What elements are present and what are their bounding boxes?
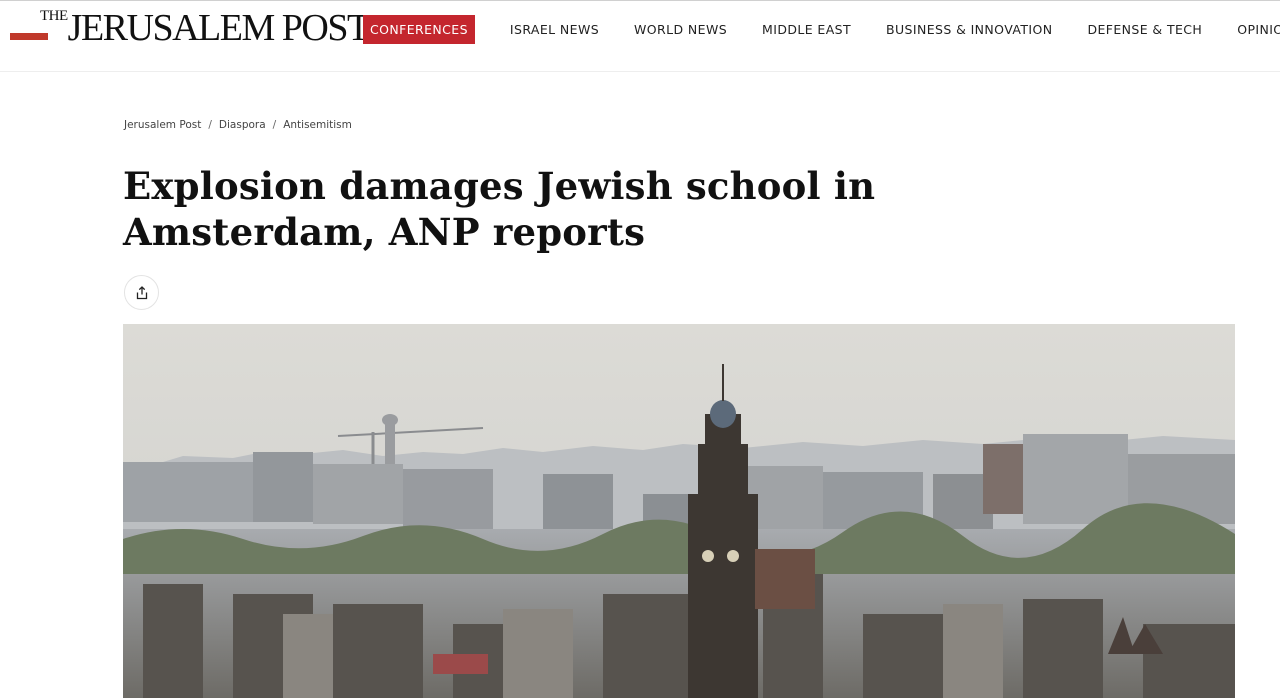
breadcrumb-item-diaspora[interactable]: Diaspora [219, 119, 266, 131]
breadcrumb-separator: / [272, 119, 277, 131]
logo-wordmark: THEJERUSALEM POST [40, 7, 371, 49]
breadcrumb-item-antisemitism[interactable]: Antisemitism [283, 119, 352, 131]
nav-item-conferences[interactable]: Conferences [363, 15, 475, 44]
breadcrumb-separator: / [208, 119, 212, 131]
hero-image-illustration [123, 324, 1235, 698]
main-nav: Conferences Israel News World News Middl… [363, 15, 1280, 44]
site-header: THEJERUSALEM POST Conferences Israel New… [0, 0, 1280, 72]
nav-item-middle-east[interactable]: Middle East [762, 15, 851, 44]
nav-item-world-news[interactable]: World News [634, 15, 727, 44]
nav-item-opinion[interactable]: Opinion [1237, 15, 1280, 44]
share-button[interactable] [124, 275, 159, 310]
nav-item-defense-tech[interactable]: Defense & Tech [1087, 15, 1202, 44]
nav-item-israel-news[interactable]: Israel News [510, 15, 599, 44]
header-top-border [0, 0, 1280, 1]
article-headline: Explosion damages Jewish school in Amste… [123, 164, 876, 254]
breadcrumb-item-jerusalem-post[interactable]: Jerusalem Post [124, 119, 201, 131]
breadcrumb: Jerusalem Post / Diaspora / Antisemitism [124, 119, 352, 131]
hero-image [123, 324, 1235, 698]
site-logo[interactable]: THEJERUSALEM POST [10, 8, 370, 49]
share-icon [136, 285, 147, 299]
nav-item-business-innovation[interactable]: Business & Innovation [886, 15, 1052, 44]
logo-word: JERUSALEM POST [67, 7, 371, 49]
logo-the: THE [40, 8, 68, 24]
